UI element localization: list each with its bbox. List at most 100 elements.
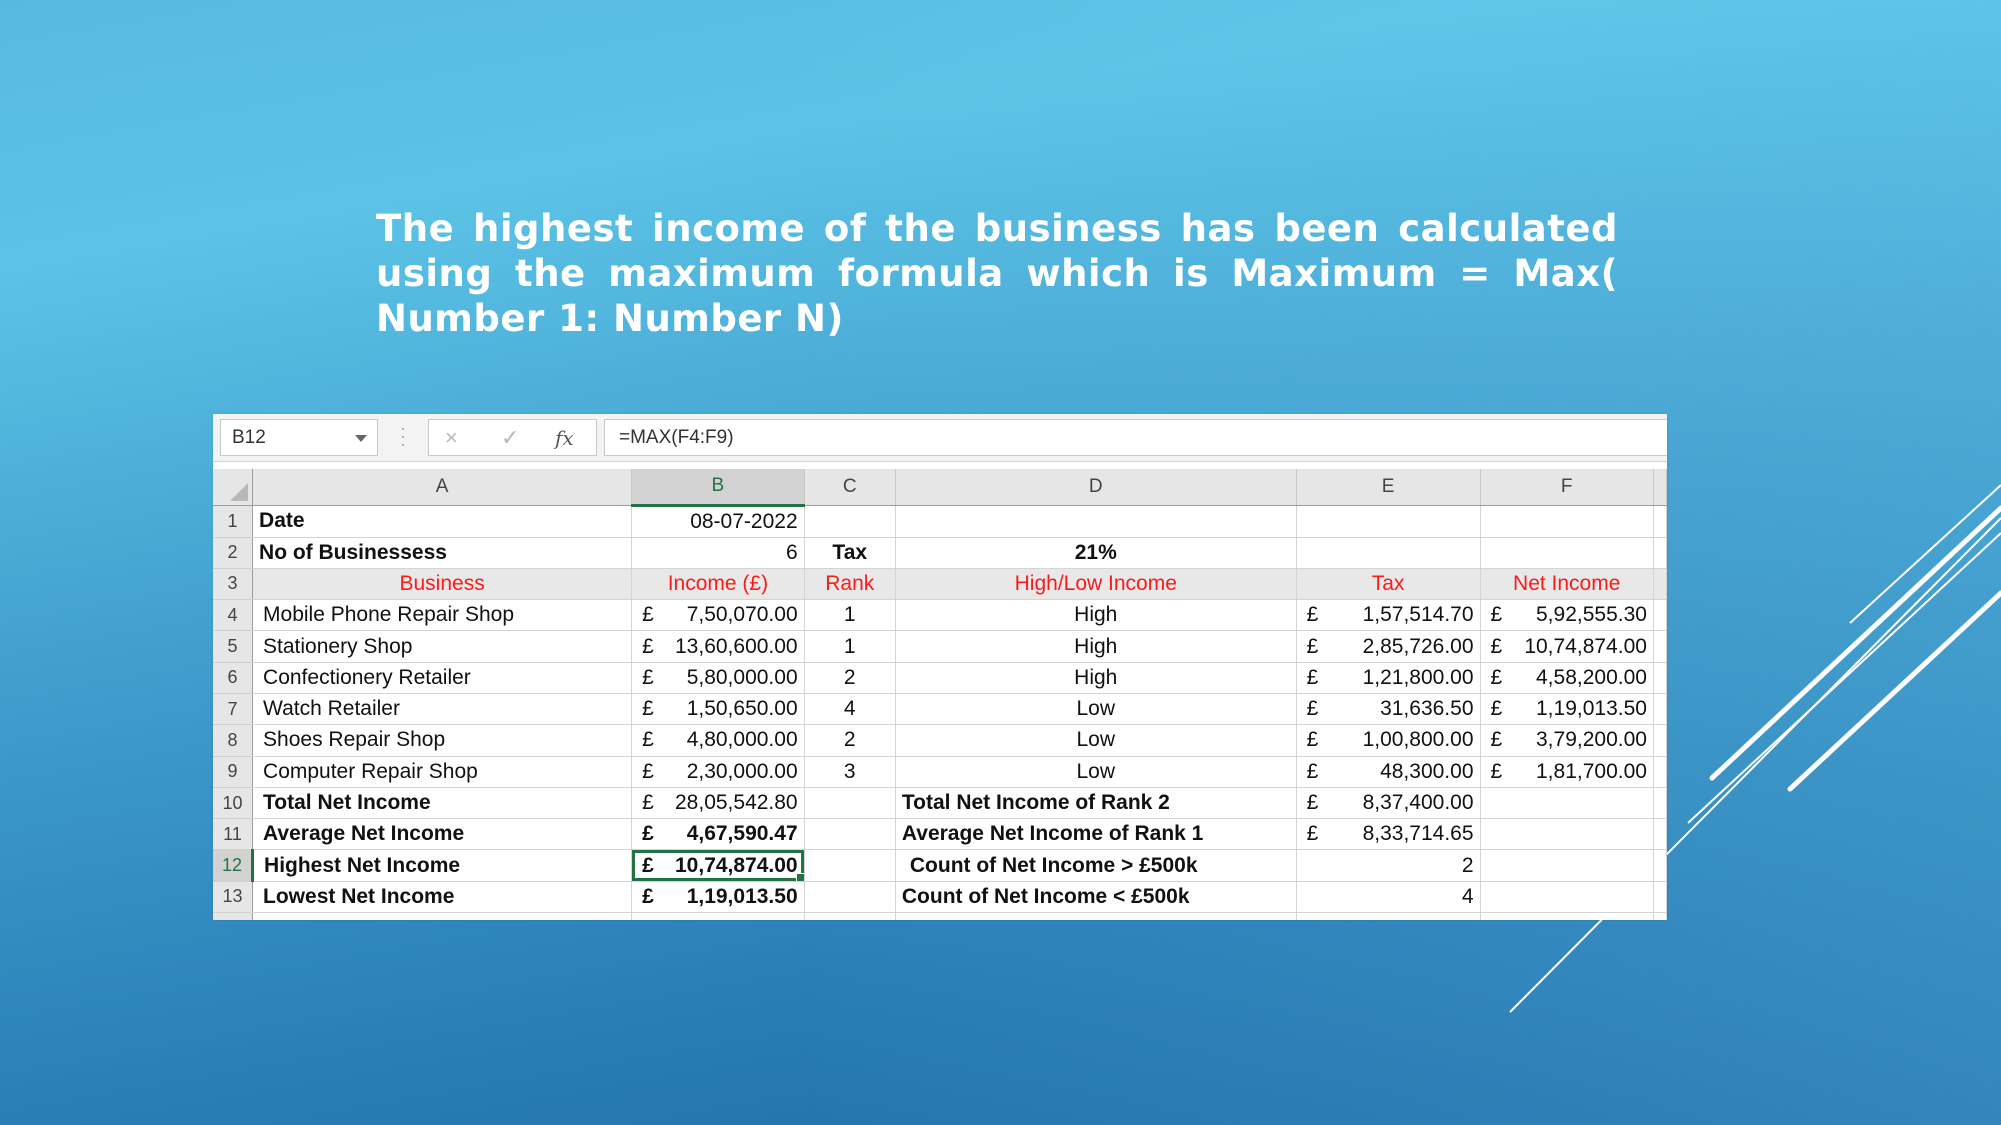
row-header[interactable]: 4	[213, 599, 254, 632]
cell-b5[interactable]: £13,60,600.00	[631, 630, 805, 663]
cell-b12[interactable]: £10,74,874.00	[631, 849, 805, 882]
cell-a2[interactable]: No of Businessess	[252, 537, 633, 569]
cell-d7[interactable]: Low	[895, 693, 1297, 726]
cell-c5[interactable]: 1	[804, 630, 896, 663]
cell-g5[interactable]	[1653, 630, 1667, 663]
cell-empty[interactable]	[1480, 912, 1654, 920]
cell-c9[interactable]: 3	[804, 756, 896, 788]
cell-b13[interactable]: £1,19,013.50	[631, 881, 805, 914]
cell-b6[interactable]: £5,80,000.00	[631, 662, 805, 694]
cell-g12[interactable]	[1653, 849, 1667, 882]
cell-d5[interactable]: High	[895, 630, 1297, 663]
cell-c10[interactable]	[804, 787, 896, 820]
row-header[interactable]: 1	[213, 505, 254, 538]
enter-icon[interactable]: ✓	[501, 424, 519, 452]
cell-g13[interactable]	[1653, 881, 1667, 914]
column-header-d[interactable]: D	[895, 469, 1297, 506]
cell-c8[interactable]: 2	[804, 724, 896, 757]
row-header[interactable]: 6	[213, 662, 254, 694]
column-header-e[interactable]: E	[1296, 469, 1481, 506]
cell-c3[interactable]: Rank	[804, 568, 896, 601]
row-header[interactable]: 12	[213, 849, 255, 882]
cell-c13[interactable]	[804, 881, 896, 914]
cell-d12[interactable]: Count of Net Income > £500k	[895, 849, 1297, 882]
cell-a12[interactable]: Highest Net Income	[252, 849, 633, 882]
cell-e11[interactable]: £8,33,714.65	[1296, 818, 1481, 851]
cell-f3[interactable]: Net Income	[1480, 568, 1654, 601]
cell-empty[interactable]	[895, 912, 1297, 920]
cell-e8[interactable]: £1,00,800.00	[1296, 724, 1481, 757]
row-header[interactable]: 2	[213, 537, 254, 569]
cell-e13[interactable]: 4	[1296, 881, 1481, 914]
cell-e7[interactable]: £31,636.50	[1296, 693, 1481, 726]
cell-e1[interactable]	[1296, 505, 1481, 538]
row-header[interactable]: 10	[213, 787, 254, 820]
cell-e9[interactable]: £48,300.00	[1296, 756, 1481, 788]
cell-empty[interactable]	[252, 912, 633, 920]
cell-e2[interactable]	[1296, 537, 1481, 569]
cell-g1[interactable]	[1653, 505, 1667, 538]
cell-f13[interactable]	[1480, 881, 1654, 914]
cell-f2[interactable]	[1480, 537, 1654, 569]
row-header[interactable]: 8	[213, 724, 254, 757]
cell-d6[interactable]: High	[895, 662, 1297, 694]
cell-empty[interactable]	[804, 912, 896, 920]
select-all-corner[interactable]	[213, 469, 254, 506]
cell-f4[interactable]: £5,92,555.30	[1480, 599, 1654, 632]
column-header-b[interactable]: B	[631, 469, 805, 507]
cell-f7[interactable]: £1,19,013.50	[1480, 693, 1654, 726]
cell-g3[interactable]	[1653, 568, 1667, 601]
cell-b2[interactable]: 6	[631, 537, 805, 569]
cell-a3[interactable]: Business	[252, 568, 633, 601]
cell-g11[interactable]	[1653, 818, 1667, 851]
cell-g9[interactable]	[1653, 756, 1667, 788]
cell-b1[interactable]: 08-07-2022	[631, 505, 805, 538]
insert-function-icon[interactable]: fx	[555, 424, 574, 452]
column-header-a[interactable]: A	[252, 469, 633, 506]
row-header[interactable]: 11	[213, 818, 254, 851]
cell-a6[interactable]: Confectionery Retailer	[252, 662, 633, 694]
name-box[interactable]: B12	[220, 419, 378, 456]
cell-d3[interactable]: High/Low Income	[895, 568, 1297, 601]
fill-handle[interactable]	[795, 872, 804, 881]
cell-b8[interactable]: £4,80,000.00	[631, 724, 805, 757]
row-header[interactable]: 13	[213, 881, 254, 914]
column-header-g[interactable]	[1653, 469, 1667, 506]
cell-g2[interactable]	[1653, 537, 1667, 569]
cell-e4[interactable]: £1,57,514.70	[1296, 599, 1481, 632]
cell-empty[interactable]	[1653, 912, 1667, 920]
cell-f12[interactable]	[1480, 849, 1654, 882]
cell-g4[interactable]	[1653, 599, 1667, 632]
column-header-c[interactable]: C	[804, 469, 896, 506]
cell-g7[interactable]	[1653, 693, 1667, 726]
cell-e3[interactable]: Tax	[1296, 568, 1481, 601]
cell-d8[interactable]: Low	[895, 724, 1297, 757]
cell-b9[interactable]: £2,30,000.00	[631, 756, 805, 788]
cell-a8[interactable]: Shoes Repair Shop	[252, 724, 633, 757]
cell-empty[interactable]	[631, 912, 805, 920]
chevron-down-icon[interactable]	[355, 435, 367, 442]
cell-d10[interactable]: Total Net Income of Rank 2	[895, 787, 1297, 820]
cell-c2[interactable]: Tax	[804, 537, 896, 569]
cell-c12[interactable]	[804, 849, 896, 882]
cell-f10[interactable]	[1480, 787, 1654, 820]
cell-a10[interactable]: Total Net Income	[252, 787, 633, 820]
cell-e12[interactable]: 2	[1296, 849, 1481, 882]
cell-d2[interactable]: 21%	[895, 537, 1297, 569]
column-header-f[interactable]: F	[1480, 469, 1654, 506]
cell-a11[interactable]: Average Net Income	[252, 818, 633, 851]
cell-b7[interactable]: £1,50,650.00	[631, 693, 805, 726]
cell-a5[interactable]: Stationery Shop	[252, 630, 633, 663]
cell-f1[interactable]	[1480, 505, 1654, 538]
cell-d9[interactable]: Low	[895, 756, 1297, 788]
cell-f6[interactable]: £4,58,200.00	[1480, 662, 1654, 694]
cell-a7[interactable]: Watch Retailer	[252, 693, 633, 726]
cell-d4[interactable]: High	[895, 599, 1297, 632]
cell-empty[interactable]	[1296, 912, 1481, 920]
row-header[interactable]: 7	[213, 693, 254, 726]
cell-c6[interactable]: 2	[804, 662, 896, 694]
cell-a1[interactable]: Date	[252, 505, 633, 538]
cell-g8[interactable]	[1653, 724, 1667, 757]
cell-d1[interactable]	[895, 505, 1297, 538]
cell-e10[interactable]: £8,37,400.00	[1296, 787, 1481, 820]
